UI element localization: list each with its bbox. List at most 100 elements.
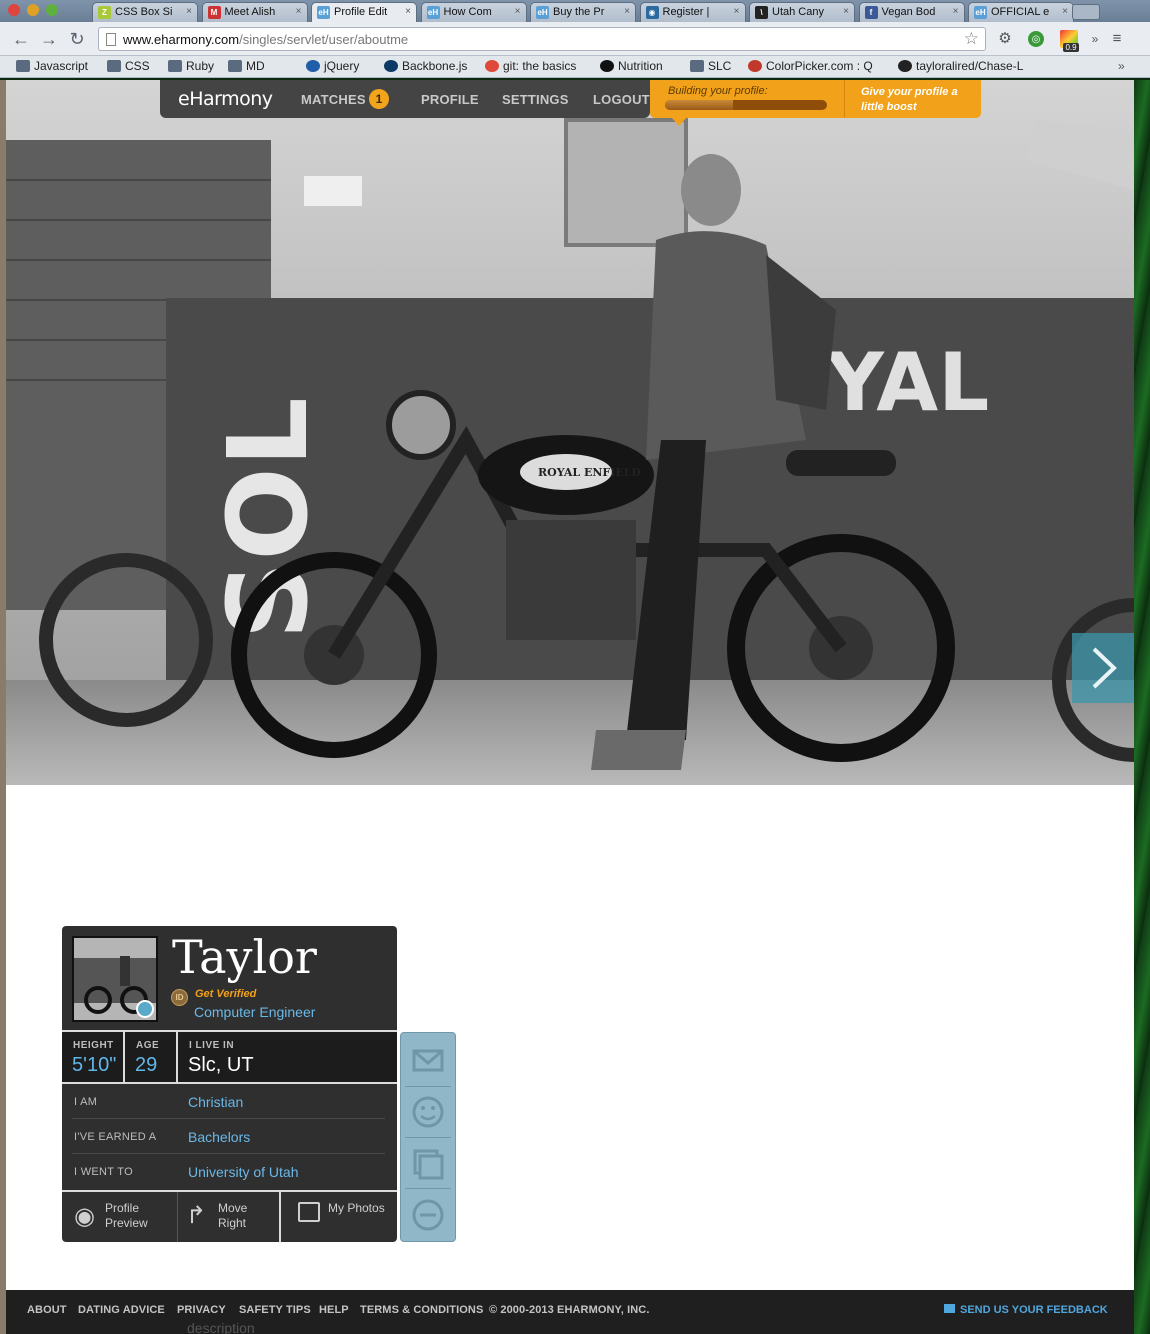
tab-label: CSS Box Si [115,6,173,18]
forward-icon[interactable]: → [38,28,60,50]
browser-tab[interactable]: \ Utah Cany × [749,2,855,22]
browser-tab[interactable]: eH Profile Edit × [311,2,417,22]
eharmony-icon: eH [426,6,440,19]
religion-value[interactable]: Christian [188,1094,243,1110]
boost-link[interactable]: Give your profile a little boost [861,85,976,115]
bookmarks-overflow-icon[interactable]: » [1118,59,1125,73]
address-bar[interactable]: www.eharmony.com/singles/servlet/user/ab… [98,27,986,51]
footer-link-safety-tips[interactable]: SAFETY TIPS [239,1304,311,1316]
bookmark-item[interactable]: CSS [107,59,150,73]
browser-tab[interactable]: M Meet Alish × [201,2,308,22]
bookmark-item[interactable]: Nutrition [600,59,663,73]
facebook-icon: f [864,6,878,19]
zoom-window-icon[interactable] [46,4,58,16]
profile-progress-widget[interactable]: Building your profile: Give your profile… [650,80,981,126]
motorcycle-photo: SOL YAL ROYAL ENFIELD [6,80,1134,785]
profile-stats: HEIGHT 5'10" AGE 29 I LIVE IN Slc, UT [62,1030,397,1084]
bookmark-label: MD [246,59,265,73]
nav-profile[interactable]: PROFILE [421,92,479,107]
close-match-button[interactable] [405,1191,451,1241]
education-label: I'VE EARNED A [74,1131,157,1143]
id-verify-icon[interactable]: ID [171,989,188,1006]
chevron-right-icon [1092,647,1117,689]
tab-label: How Com [443,6,492,18]
bookmark-label: SLC [708,59,732,73]
occupation: Computer Engineer [194,1004,316,1020]
bookmark-item[interactable]: Backbone.js [384,59,467,73]
age-label: AGE [136,1040,160,1051]
close-tab-icon[interactable]: × [734,6,740,17]
nav-matches[interactable]: MATCHES [301,92,366,107]
close-tab-icon[interactable]: × [515,6,521,17]
extension-icon[interactable]: ◎ [1028,31,1044,47]
profile-thumbnail[interactable] [72,936,158,1022]
eharmony-logo[interactable]: eHarmony [178,88,273,110]
eharmony-nav: eHarmony MATCHES 1 PROFILE SETTINGS LOGO… [160,80,650,118]
profile-actions: ◉ Profile Preview ↱ Move Right My Photos [62,1190,397,1242]
progress-bar-fill [665,100,734,110]
photo-frame-icon [298,1202,320,1222]
footer-link-terms[interactable]: TERMS & CONDITIONS [360,1304,483,1316]
tab-label: Register | [662,6,710,18]
folder-icon [690,60,704,72]
bookmark-item[interactable]: MD [228,59,265,73]
get-verified-link[interactable]: Get Verified [195,988,256,1000]
smile-button[interactable] [405,1088,451,1138]
bookmark-item[interactable]: SLC [690,59,731,73]
close-window-icon[interactable] [8,4,20,16]
close-tab-icon[interactable]: × [843,6,849,17]
browser-tab[interactable]: Z CSS Box Si × [92,2,198,22]
close-tab-icon[interactable]: × [186,6,192,17]
browser-tab[interactable]: ◉ Register | × [639,2,746,22]
next-photo-button[interactable] [1072,633,1134,703]
bookmark-item[interactable]: Javascript [16,59,88,73]
gallery-button[interactable] [405,1139,451,1189]
tab-label: Meet Alish [224,6,276,18]
profile-preview-button[interactable]: ◉ Profile Preview [62,1192,178,1242]
bookmark-item[interactable]: jQuery [306,59,359,73]
footer-link-privacy[interactable]: PRIVACY [177,1304,226,1316]
education-value[interactable]: Bachelors [188,1129,250,1145]
feedback-link[interactable]: SEND US YOUR FEEDBACK [944,1304,1108,1316]
height-label: HEIGHT [73,1040,114,1051]
close-tab-icon[interactable]: × [953,6,959,17]
school-value[interactable]: University of Utah [188,1164,298,1180]
footer-link-help[interactable]: HELP [319,1304,349,1316]
bookmark-label: tayloralired/Chase-L [916,59,1024,73]
reload-icon[interactable]: ↻ [66,28,88,50]
footer-overflow-text: description [187,1320,255,1334]
close-tab-icon[interactable]: × [624,6,630,17]
matches-count-badge[interactable]: 1 [369,89,389,109]
nav-settings[interactable]: SETTINGS [502,92,569,107]
detail-row-school: I WENT TO University of Utah [72,1154,385,1189]
tab-label: Vegan Bod [881,6,936,18]
bookmark-item[interactable]: tayloralired/Chase-L [898,59,1023,73]
age-value: 29 [135,1054,158,1076]
close-tab-icon[interactable]: × [405,6,411,17]
browser-tab[interactable]: eH OFFICIAL e × [968,2,1074,22]
new-tab-button[interactable] [1072,4,1100,20]
nav-logout[interactable]: LOGOUT [593,92,650,107]
bookmark-item[interactable]: ColorPicker.com : Q [748,59,873,73]
bookmark-star-icon[interactable]: ☆ [964,29,979,49]
browser-tab[interactable]: eH Buy the Pr × [530,2,636,22]
chevron-right-icon[interactable]: » [1086,30,1104,48]
back-icon[interactable]: ← [10,28,32,50]
zebra-icon: Z [98,6,111,19]
my-photos-button[interactable]: My Photos [281,1192,397,1242]
move-right-button[interactable]: ↱ Move Right [178,1192,281,1242]
footer-link-dating-advice[interactable]: DATING ADVICE [78,1304,165,1316]
close-tab-icon[interactable]: × [296,6,302,17]
minimize-window-icon[interactable] [27,4,39,16]
bookmark-item[interactable]: Ruby [168,59,214,73]
settings-gear-icon[interactable]: ⚙ [996,30,1014,48]
message-button[interactable] [405,1037,451,1087]
close-tab-icon[interactable]: × [1062,6,1068,17]
menu-icon[interactable]: ≡ [1108,30,1126,48]
browser-tab[interactable]: eH How Com × [420,2,527,22]
bookmark-item[interactable]: git: the basics [485,59,576,73]
footer-link-about[interactable]: ABOUT [27,1304,67,1316]
tooltip-tail [672,118,686,126]
browser-tab[interactable]: f Vegan Bod × [858,2,965,22]
github-icon [898,60,912,72]
